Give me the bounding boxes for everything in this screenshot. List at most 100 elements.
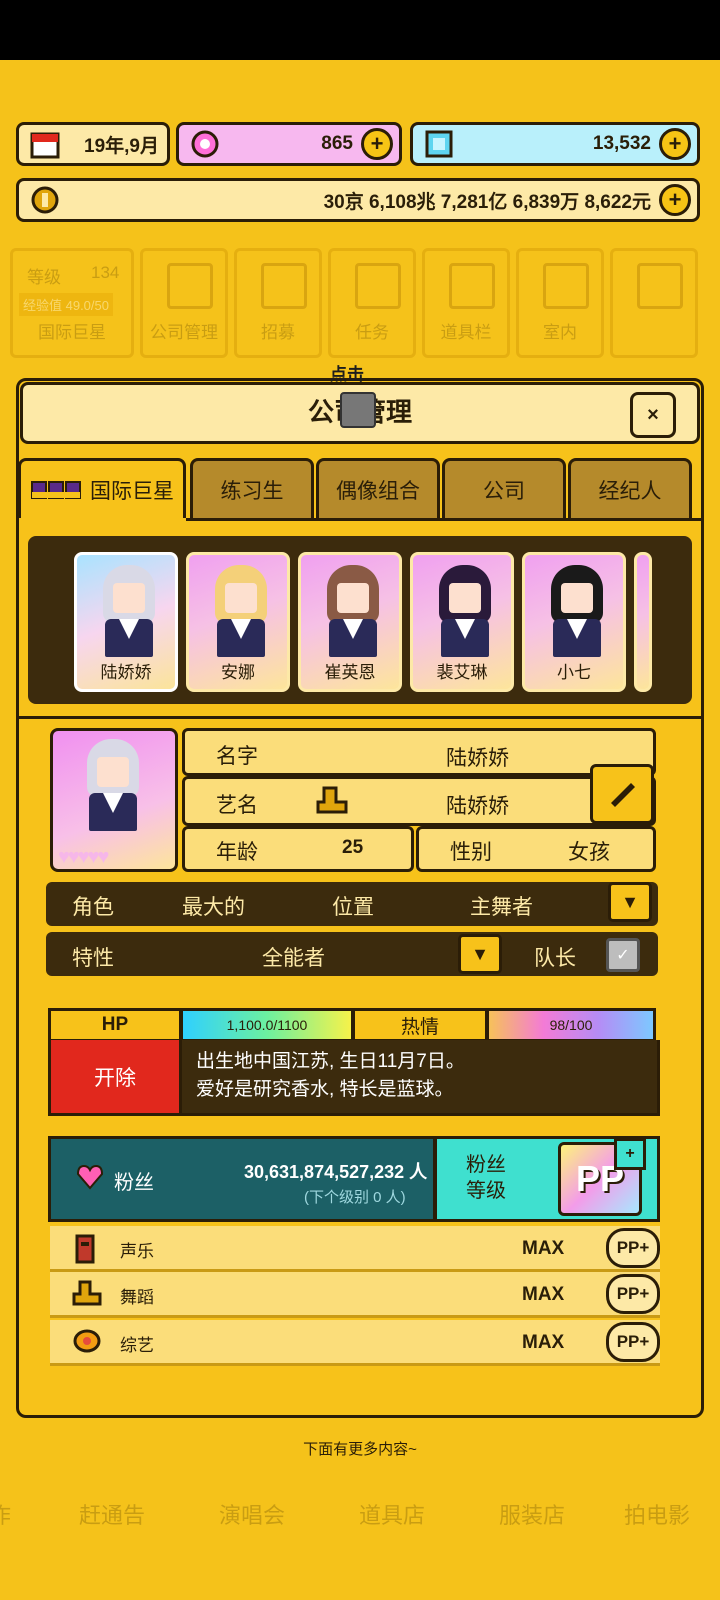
- chevron-down-icon: ▼: [471, 943, 489, 964]
- passion-bar: 98/100: [486, 1008, 656, 1042]
- stage-name-label: 艺名: [216, 794, 258, 817]
- star-card[interactable]: 小七: [522, 552, 626, 692]
- trait-value: 全能者: [262, 947, 325, 970]
- chevron-down-icon: ▼: [621, 891, 639, 912]
- hearts-rating: ♥♥♥♥♥: [58, 846, 109, 868]
- star-card[interactable]: 裴艾琳: [410, 552, 514, 692]
- check-icon: ✓: [616, 947, 630, 964]
- heart-icon: [76, 1164, 104, 1195]
- status-bar: [0, 0, 720, 60]
- tab-divider: [186, 518, 702, 521]
- bottom-nav-item-4: 服装店: [498, 1503, 565, 1528]
- bg-room-item: 室内: [516, 248, 604, 358]
- skill-upgrade-button[interactable]: PP+: [606, 1274, 660, 1314]
- skill-value: MAX: [522, 1332, 565, 1353]
- age-label: 年龄: [216, 841, 258, 864]
- fire-button[interactable]: 开除: [48, 1040, 182, 1116]
- bg-level-card: 等级 134 经验值 49.0/50 国际巨星: [10, 248, 134, 358]
- position-dropdown-button[interactable]: ▼: [608, 882, 652, 922]
- diamond-icon: [421, 126, 457, 162]
- role-value: 最大的: [182, 896, 245, 919]
- name-label: 名字: [216, 745, 258, 768]
- bg-company-item: 公司管理: [140, 248, 228, 358]
- calendar-icon: [27, 126, 63, 162]
- gender-label: 性别: [450, 841, 492, 864]
- hp-bar: 1,100.0/1100: [180, 1008, 354, 1042]
- tab-manager[interactable]: 经纪人: [568, 458, 692, 518]
- tab-idol-group[interactable]: 偶像组合: [316, 458, 440, 518]
- money-bar: 30京 6,108兆 7,281亿 6,839万 8,622元 +: [16, 178, 700, 222]
- tab-company[interactable]: 公司: [442, 458, 566, 518]
- group-icon: [30, 478, 82, 502]
- pink-gem-value: 865: [321, 133, 353, 154]
- bio-text: 出生地中国江苏, 生日11月7日。 爱好是研究香水, 特长是蓝球。: [196, 1051, 465, 1100]
- bottom-nav-item-5: 拍电影: [624, 1503, 691, 1528]
- role-label: 角色: [72, 896, 114, 919]
- star-card-name: 陆娇娇: [100, 663, 152, 682]
- name-value: 陆娇娇: [446, 747, 509, 770]
- skill-upgrade-button[interactable]: PP+: [606, 1228, 660, 1268]
- date-display: 19年,9月: [16, 122, 170, 166]
- bg-inventory-item: 道具栏: [422, 248, 510, 358]
- star-card[interactable]: 陆娇娇: [74, 552, 178, 692]
- bg-mail-item: [610, 248, 698, 358]
- tap-hint: 点击: [330, 365, 364, 384]
- skill-upgrade-button[interactable]: PP+: [606, 1322, 660, 1362]
- add-pink-gem-button[interactable]: +: [361, 128, 393, 160]
- close-button[interactable]: ×: [630, 392, 676, 438]
- skill-value: MAX: [522, 1284, 565, 1305]
- pink-gem-bar: 865 +: [176, 122, 402, 166]
- variety-icon: [72, 1328, 102, 1359]
- cat-icon[interactable]: [340, 392, 376, 428]
- passion-label-cell: 热情: [352, 1008, 488, 1042]
- skill-row: 舞蹈 MAX: [50, 1272, 660, 1318]
- close-icon: ×: [647, 403, 659, 426]
- star-card[interactable]: 安娜: [186, 552, 290, 692]
- add-money-button[interactable]: +: [659, 184, 691, 216]
- plus-icon: +: [614, 1138, 646, 1170]
- date-value: 19年,9月: [84, 135, 159, 157]
- diamond-value: 13,532: [592, 133, 651, 154]
- skill-label: 舞蹈: [120, 1288, 154, 1307]
- star-card-partial[interactable]: [634, 552, 652, 692]
- diamond-bar: 13,532 +: [410, 122, 700, 166]
- money-value: 30京 6,108兆 7,281亿 6,839万 8,622元: [323, 191, 651, 213]
- position-label: 位置: [332, 896, 374, 919]
- fans-next-level: (下个级别 0 人): [304, 1189, 406, 1206]
- coin-icon: [27, 182, 63, 218]
- bottom-nav-item-0: 作: [0, 1448, 60, 1588]
- star-card-name: 崔英恩: [324, 663, 376, 682]
- hp-label-cell: HP: [48, 1008, 182, 1042]
- skill-label: 声乐: [120, 1242, 154, 1261]
- bg-task-item: 任务: [328, 248, 416, 358]
- bottom-nav-item-2: 演唱会: [218, 1503, 285, 1528]
- leader-checkbox[interactable]: ✓: [606, 938, 640, 972]
- age-value: 25: [342, 837, 364, 858]
- pencil-icon: [607, 777, 637, 812]
- star-card[interactable]: 崔英恩: [298, 552, 402, 692]
- position-value: 主舞者: [470, 896, 533, 919]
- skill-row: 综艺 MAX: [50, 1320, 660, 1366]
- section-divider: [18, 716, 702, 719]
- skill-label: 综艺: [120, 1336, 154, 1355]
- gender-value: 女孩: [568, 841, 610, 864]
- fans-label: 粉丝: [114, 1172, 154, 1194]
- shoe-icon: [72, 1280, 102, 1311]
- boot-icon: [316, 786, 352, 821]
- star-card-name: 裴艾琳: [436, 663, 488, 682]
- leader-label: 队长: [534, 947, 576, 970]
- bottom-nav-item-1: 赶通告: [78, 1503, 145, 1528]
- pink-gem-icon: [187, 126, 223, 162]
- skill-row: 声乐 MAX: [50, 1226, 660, 1272]
- stage-name-value: 陆娇娇: [446, 795, 509, 818]
- star-card-name: 小七: [557, 663, 591, 682]
- tab-international-star[interactable]: 国际巨星: [18, 458, 186, 518]
- edit-stage-name-button[interactable]: [590, 764, 654, 824]
- add-diamond-button[interactable]: +: [659, 128, 691, 160]
- bottom-nav-item-3: 道具店: [358, 1503, 425, 1528]
- trait-dropdown-button[interactable]: ▼: [458, 934, 502, 974]
- star-card-name: 安娜: [221, 663, 255, 682]
- tab-trainee[interactable]: 练习生: [190, 458, 314, 518]
- microphone-icon: [72, 1234, 98, 1269]
- bg-recruit-item: 招募: [234, 248, 322, 358]
